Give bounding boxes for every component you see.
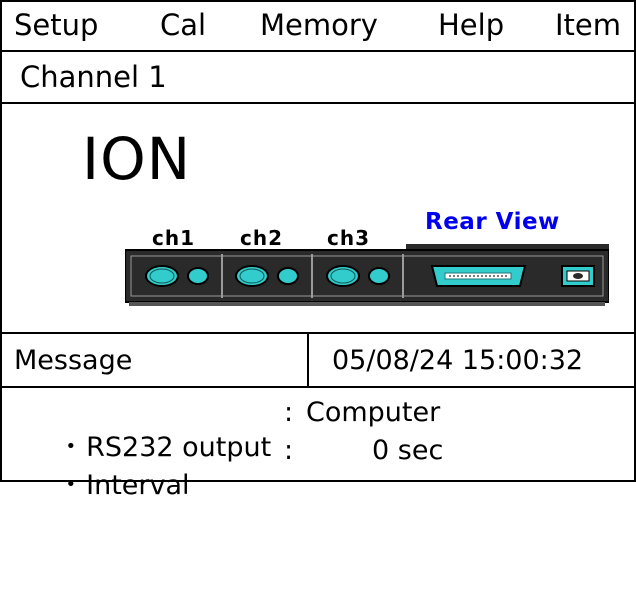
main-panel: ION Rear View ch1 ch2 ch3 bbox=[2, 104, 634, 334]
info-label: Interval bbox=[86, 470, 190, 501]
info-value: Computer bbox=[306, 397, 441, 428]
info-separator: : bbox=[284, 397, 294, 428]
menu-item[interactable]: Item bbox=[555, 6, 621, 44]
settings-info: • RS232 output : Computer • Interval : 0 s… bbox=[2, 388, 634, 501]
datetime-display: 05/08/24 15:00:32 bbox=[332, 345, 584, 376]
menu-setup[interactable]: Setup bbox=[14, 6, 98, 44]
message-label: Message bbox=[14, 345, 133, 376]
info-value: 0 sec bbox=[372, 435, 444, 466]
menu-cal[interactable]: Cal bbox=[160, 6, 206, 44]
bullet-icon: • bbox=[65, 474, 77, 495]
rear-view-link[interactable]: Rear View bbox=[425, 209, 560, 235]
device-screen: Setup Cal Memory Help Item Channel 1 ION… bbox=[0, 0, 636, 501]
status-divider bbox=[307, 334, 309, 386]
menu-memory[interactable]: Memory bbox=[260, 6, 378, 44]
info-row-interval: • Interval : 0 sec bbox=[14, 434, 444, 605]
menu-bar: Setup Cal Memory Help Item bbox=[2, 2, 634, 52]
rear-port-icon bbox=[561, 265, 595, 287]
info-separator: : bbox=[284, 435, 294, 466]
channel-bar: Channel 1 bbox=[2, 52, 634, 104]
status-row: Message 05/08/24 15:00:32 bbox=[2, 334, 634, 388]
channel-label[interactable]: Channel 1 bbox=[20, 60, 167, 94]
mode-title: ION bbox=[82, 125, 192, 193]
rear-panel-image bbox=[125, 244, 609, 306]
db-connector-icon bbox=[430, 265, 527, 287]
menu-help[interactable]: Help bbox=[438, 6, 504, 44]
